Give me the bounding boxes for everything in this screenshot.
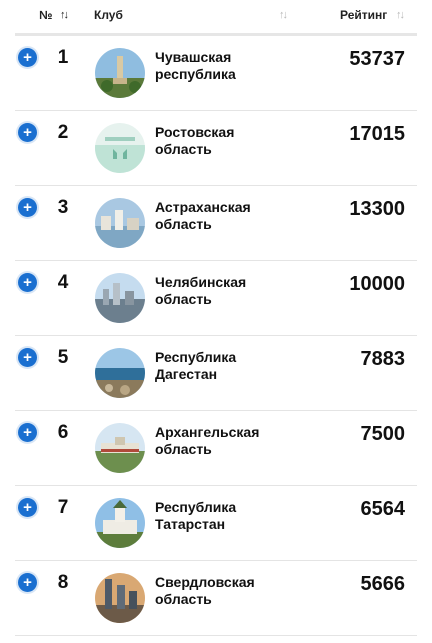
- region-avatar: [95, 348, 145, 398]
- club-name[interactable]: Республика Дагестан: [155, 349, 305, 383]
- table-header: № ↑↓ Клуб ↑↓ Рейтинг ↑↓: [0, 0, 432, 36]
- region-avatar: [95, 573, 145, 623]
- sort-arrows-icon[interactable]: ↑↓: [279, 9, 288, 21]
- expand-row-button[interactable]: +: [18, 273, 37, 292]
- rank-number: 1: [57, 47, 69, 68]
- rank-number: 6: [57, 422, 69, 443]
- region-avatar: [95, 123, 145, 173]
- column-header-rating[interactable]: Рейтинг: [340, 8, 387, 22]
- table-row[interactable]: + 6 Архангельская область 7500: [15, 411, 417, 486]
- rating-value: 13300: [349, 198, 405, 220]
- sort-arrows-icon[interactable]: ↑↓: [396, 9, 405, 21]
- club-name[interactable]: Свердловская область: [155, 574, 305, 608]
- table-row[interactable]: + 5 Республика Дагестан 7883: [15, 336, 417, 411]
- expand-row-button[interactable]: +: [18, 423, 37, 442]
- rating-value: 53737: [349, 48, 405, 70]
- expand-row-button[interactable]: +: [18, 348, 37, 367]
- expand-row-button[interactable]: +: [18, 48, 37, 67]
- rank-number: 7: [57, 497, 69, 518]
- table-row[interactable]: + 3 Астраханская область 13300: [15, 186, 417, 261]
- region-avatar: [95, 198, 145, 248]
- region-avatar: [95, 48, 145, 98]
- table-row[interactable]: + 7 Республика Татарстан 6564: [15, 486, 417, 561]
- rating-value: 7883: [360, 348, 406, 370]
- rank-number: 8: [57, 572, 69, 593]
- table-row[interactable]: + 2 Ростовская область 17015: [15, 111, 417, 186]
- rating-value: 6564: [360, 498, 406, 520]
- region-avatar: [95, 498, 145, 548]
- club-name[interactable]: Ростовская область: [155, 124, 305, 158]
- column-header-number[interactable]: №: [39, 8, 52, 22]
- club-name[interactable]: Чувашская республика: [155, 49, 305, 83]
- rating-value: 17015: [349, 123, 405, 145]
- expand-row-button[interactable]: +: [18, 498, 37, 517]
- sort-arrows-icon[interactable]: ↑↓: [60, 9, 69, 21]
- expand-row-button[interactable]: +: [18, 573, 37, 592]
- rank-number: 2: [57, 122, 69, 143]
- rating-value: 10000: [349, 273, 405, 295]
- club-name[interactable]: Республика Татарстан: [155, 499, 305, 533]
- rating-value: 7500: [360, 423, 406, 445]
- region-avatar: [95, 273, 145, 323]
- rank-number: 3: [57, 197, 69, 218]
- table-row[interactable]: + 8 Свердловская область 5666: [15, 561, 417, 636]
- rank-number: 5: [57, 347, 69, 368]
- expand-row-button[interactable]: +: [18, 198, 37, 217]
- table-row[interactable]: + 1 Чувашская республика 53737: [15, 36, 417, 111]
- expand-row-button[interactable]: +: [18, 123, 37, 142]
- club-name[interactable]: Челябинская область: [155, 274, 305, 308]
- region-avatar: [95, 423, 145, 473]
- column-header-club[interactable]: Клуб: [94, 8, 123, 22]
- rating-value: 5666: [360, 573, 406, 595]
- club-name[interactable]: Архангельская область: [155, 424, 305, 458]
- rank-number: 4: [57, 272, 69, 293]
- table-row[interactable]: + 4 Челябинская область 10000: [15, 261, 417, 336]
- club-name[interactable]: Астраханская область: [155, 199, 305, 233]
